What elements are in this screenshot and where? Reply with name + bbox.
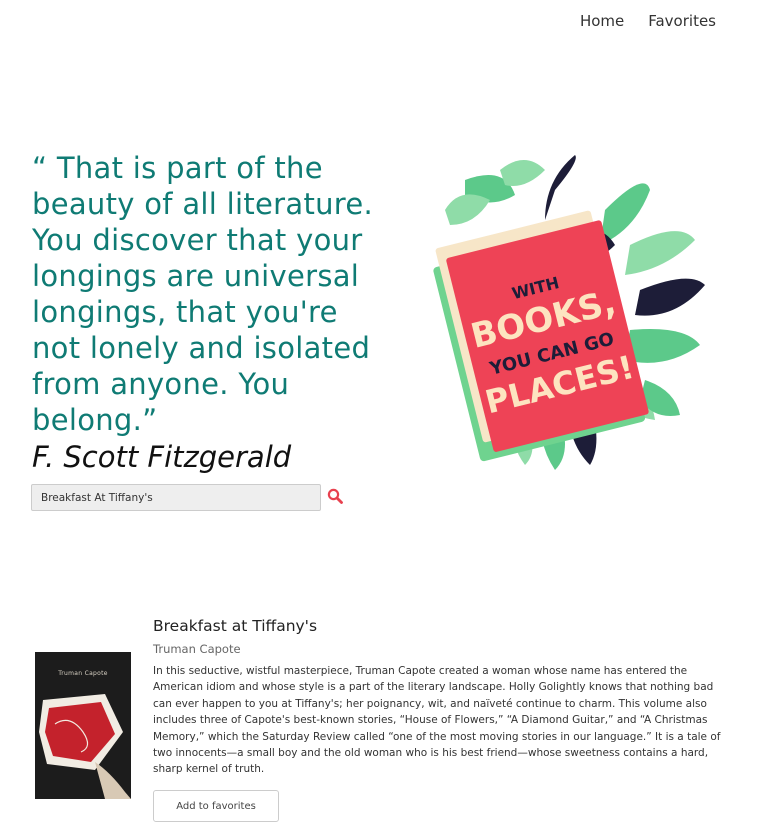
hero-quote: “ That is part of the beauty of all lite… bbox=[32, 151, 374, 437]
search-button[interactable] bbox=[324, 487, 346, 509]
quote-author: F. Scott Fitzgerald bbox=[32, 440, 292, 474]
page: Home Favorites “ That is part of the bea… bbox=[0, 0, 761, 830]
search-bar bbox=[31, 484, 346, 511]
book-cover: Truman Capote bbox=[35, 652, 131, 799]
add-to-favorites-button[interactable]: Add to favorites bbox=[153, 790, 279, 822]
top-nav: Home Favorites bbox=[580, 11, 716, 31]
book-description: In this seductive, wistful masterpiece, … bbox=[153, 665, 721, 776]
cover-art-icon bbox=[39, 694, 131, 799]
book-title[interactable]: Breakfast at Tiffany's bbox=[153, 616, 317, 636]
book-author: Truman Capote bbox=[153, 642, 241, 656]
nav-home-link[interactable]: Home bbox=[580, 11, 624, 31]
search-input[interactable] bbox=[31, 484, 321, 511]
search-icon bbox=[327, 488, 343, 504]
nav-favorites-link[interactable]: Favorites bbox=[648, 11, 716, 31]
book-graphic: WITH BOOKS, YOU CAN GO PLACES! bbox=[433, 210, 649, 462]
books-illustration: WITH BOOKS, YOU CAN GO PLACES! bbox=[433, 155, 705, 470]
